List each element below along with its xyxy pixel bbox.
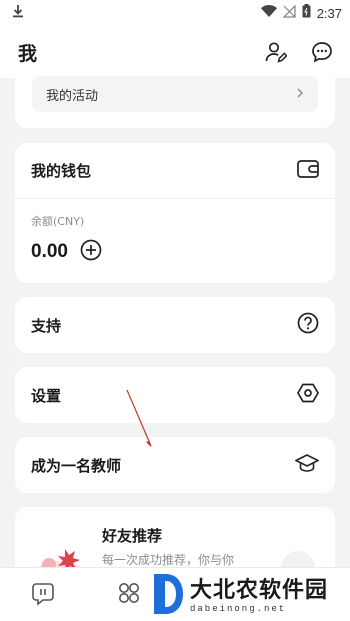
annotation-arrow [126,389,152,447]
chat-tab-icon[interactable] [30,580,56,610]
watermark: 大北农软件园 dabeinong.net [150,572,328,620]
watermark-logo-icon [150,572,186,620]
apps-tab-icon[interactable] [116,580,142,610]
watermark-domain: dabeinong.net [190,604,287,614]
watermark-text: 大北农软件园 [190,578,329,603]
